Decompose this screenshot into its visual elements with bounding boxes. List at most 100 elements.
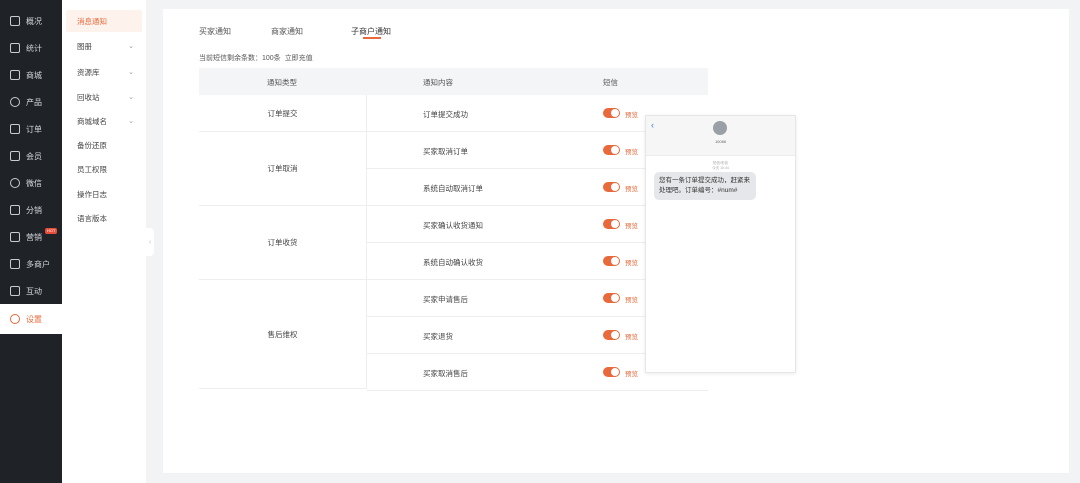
chart-icon	[10, 43, 20, 53]
subnav-label: 回收站	[77, 92, 100, 102]
row-content: 买家退货	[423, 332, 453, 341]
subnav-item-log[interactable]: 操作日志	[62, 183, 146, 205]
nav-item-interaction[interactable]: 互动	[0, 278, 62, 304]
subnav-label: 操作日志	[77, 189, 107, 199]
tab-buyer-notice[interactable]: 买家通知	[199, 26, 231, 37]
preview-link[interactable]: 预览	[625, 109, 638, 119]
sms-remaining: 当前短信剩余条数：100条 立即充值	[199, 53, 313, 63]
subnav-item-album[interactable]: 图册 ⌄	[62, 35, 146, 57]
message-meta: 短信/彩信 今天 10:44	[646, 161, 795, 171]
row-content: 系统自动确认收货	[423, 258, 483, 267]
subnav-label: 消息通知	[77, 16, 107, 26]
row-content: 买家取消售后	[423, 369, 468, 378]
nav-label: 设置	[26, 314, 42, 324]
chevron-left-icon: ‹	[651, 120, 654, 130]
nav-item-distribution[interactable]: 分销	[0, 197, 62, 223]
subnav-label: 图册	[77, 41, 92, 51]
nav-item-members[interactable]: 会员	[0, 143, 62, 169]
nav-label: 营销	[26, 232, 42, 242]
preview-link[interactable]: 预览	[625, 146, 638, 156]
nav-label: 会员	[26, 151, 42, 161]
crown-icon	[10, 151, 20, 161]
sms-toggle[interactable]	[603, 182, 620, 192]
sms-toggle[interactable]	[603, 330, 620, 340]
store-icon	[10, 259, 20, 269]
group-cell: 订单取消	[199, 132, 367, 206]
avatar	[713, 121, 727, 135]
preview-link[interactable]: 预览	[625, 368, 638, 378]
subnav-item-domain[interactable]: 商城域名 ⌄	[62, 110, 146, 132]
subnav-item-recycle[interactable]: 回收站 ⌄	[62, 86, 146, 108]
chevron-down-icon: ⌄	[128, 69, 134, 76]
chevron-left-icon: ‹	[148, 238, 152, 246]
chevron-down-icon: ⌄	[128, 43, 134, 50]
subnav-item-staff[interactable]: 员工权限	[62, 158, 146, 180]
sms-toggle[interactable]	[603, 145, 620, 155]
settings-icon	[10, 314, 20, 324]
nav-item-overview[interactable]: 概况	[0, 8, 62, 34]
nav-item-orders[interactable]: 订单	[0, 116, 62, 142]
gift-icon	[10, 232, 20, 242]
nav-item-wechat[interactable]: 微信	[0, 170, 62, 196]
row-content: 买家申请售后	[423, 295, 468, 304]
preview-link[interactable]: 预览	[625, 331, 638, 341]
nav-label: 概况	[26, 16, 42, 26]
subnav-label: 资源库	[77, 67, 100, 77]
tab-merchant-notice[interactable]: 商家通知	[271, 26, 303, 37]
nav-label: 产品	[26, 97, 42, 107]
nav-item-products[interactable]: 产品	[0, 89, 62, 115]
subnav-label: 商城域名	[77, 116, 107, 126]
subnav-label: 语言版本	[77, 213, 107, 223]
table-header: 通知类型 通知内容 短信	[199, 68, 708, 95]
nav-item-multi-merchant[interactable]: 多商户	[0, 251, 62, 277]
group-cell: 订单提交	[199, 95, 367, 132]
nav-label: 互动	[26, 286, 42, 296]
recharge-link[interactable]: 立即充值	[285, 55, 313, 62]
group-cell: 售后维权	[199, 280, 367, 389]
sender-number: 10086	[714, 139, 727, 144]
subnav-item-message-notice[interactable]: 消息通知	[66, 10, 142, 32]
nav-label: 多商户	[26, 259, 50, 269]
settings-subnav: 消息通知 图册 ⌄ 资源库 ⌄ 回收站 ⌄ 商城域名 ⌄ 备份还原 员工权限 操作日志 …	[62, 0, 146, 483]
phone-header: ‹ 10086	[646, 116, 795, 156]
tab-sub-merchant-notice[interactable]: 子商户通知	[351, 26, 391, 37]
subnav-item-language[interactable]: 语言版本	[62, 207, 146, 229]
group-label: 订单提交	[267, 108, 298, 118]
sms-phone-preview: ‹ 10086 短信/彩信 今天 10:44 您有一条订单提交成功，赶紧来处理吧。…	[645, 115, 796, 373]
subnav-item-resource[interactable]: 资源库 ⌄	[62, 61, 146, 83]
nav-item-settings[interactable]: 设置	[0, 304, 62, 334]
preview-link[interactable]: 预览	[625, 257, 638, 267]
group-label: 订单取消	[267, 164, 298, 173]
group-label: 售后维权	[267, 329, 298, 339]
sms-toggle[interactable]	[603, 108, 620, 118]
preview-link[interactable]: 预览	[625, 294, 638, 304]
sms-toggle[interactable]	[603, 256, 620, 266]
nav-item-statistics[interactable]: 统计	[0, 35, 62, 61]
nav-label: 统计	[26, 43, 42, 53]
header-type: 通知类型	[267, 78, 297, 87]
group-cell: 订单收货	[199, 206, 367, 280]
sms-toggle[interactable]	[603, 367, 620, 377]
nav-label: 微信	[26, 178, 42, 188]
nav-item-marketing[interactable]: 营销 HOT	[0, 224, 62, 250]
nav-item-mall[interactable]: 商城	[0, 62, 62, 88]
header-sms: 短信	[603, 78, 618, 87]
main-card: 买家通知 商家通知 子商户通知 当前短信剩余条数：100条 立即充值 通知类型 通…	[163, 9, 1069, 473]
hot-badge: HOT	[45, 228, 58, 234]
shop-icon	[10, 70, 20, 80]
nav-label: 订单	[26, 124, 42, 134]
subnav-item-backup[interactable]: 备份还原	[62, 134, 146, 156]
preview-link[interactable]: 预览	[625, 220, 638, 230]
preview-link[interactable]: 预览	[625, 183, 638, 193]
message-bubble: 您有一条订单提交成功，赶紧来处理吧。订单编号：#num#	[654, 172, 756, 200]
header-content: 通知内容	[423, 78, 453, 87]
message-date: 今天 10:44	[712, 166, 729, 170]
active-tab-indicator	[363, 37, 381, 39]
sms-toggle[interactable]	[603, 293, 620, 303]
subnav-label: 备份还原	[77, 140, 107, 150]
share-icon	[10, 205, 20, 215]
row-content: 买家取消订单	[423, 147, 468, 156]
subnav-label: 员工权限	[77, 164, 107, 174]
collapse-subnav-handle[interactable]: ‹	[146, 228, 154, 256]
sms-toggle[interactable]	[603, 219, 620, 229]
